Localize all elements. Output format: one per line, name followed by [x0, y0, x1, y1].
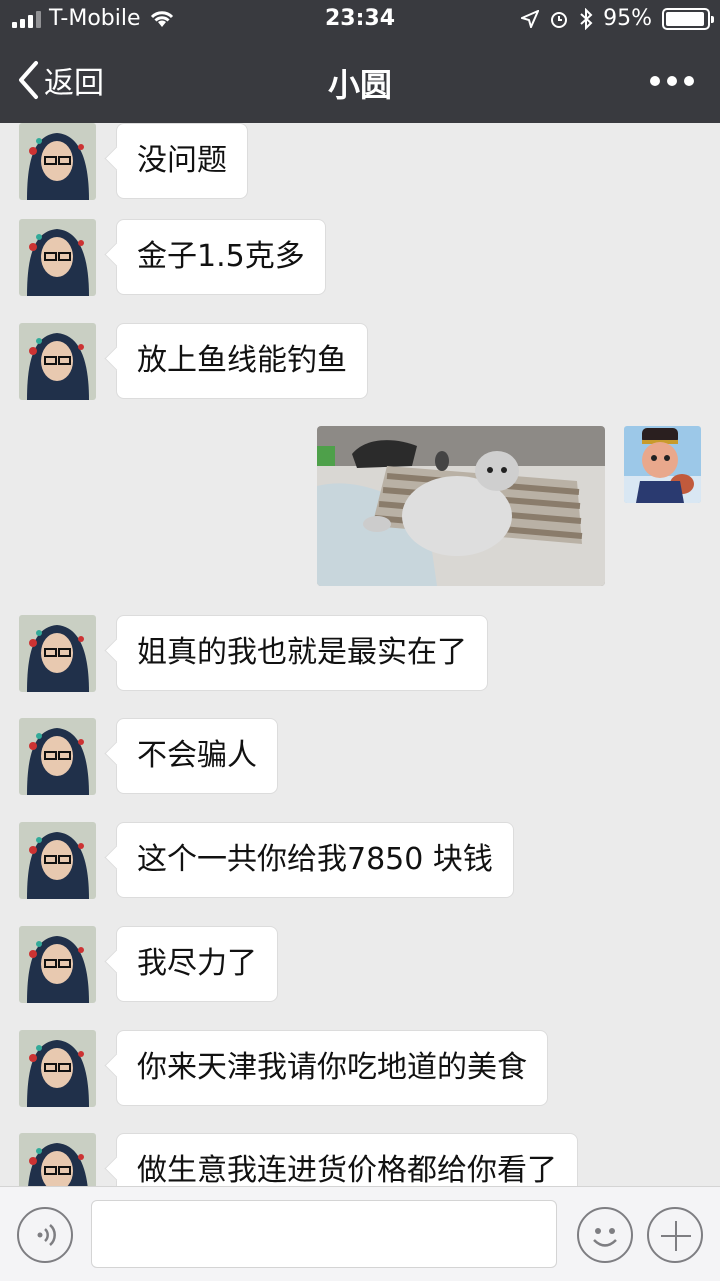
top-bar: T-Mobile 23:34 95% 返回 小圆: [0, 0, 720, 123]
emoji-icon[interactable]: [577, 1207, 633, 1263]
message-bubble[interactable]: 不会骗人: [116, 718, 278, 794]
contact-avatar[interactable]: [19, 1133, 96, 1186]
contact-avatar[interactable]: [19, 1030, 96, 1107]
more-options-icon[interactable]: [650, 76, 694, 86]
message-bubble[interactable]: 我尽力了: [116, 926, 278, 1002]
contact-avatar[interactable]: [19, 323, 96, 400]
location-icon: [521, 9, 540, 28]
bluetooth-icon: [580, 7, 593, 30]
chat-area[interactable]: 没问题 金子1.5克多 放上鱼线能钓鱼 姐真的我也就是最实在了 不会骗人 这个一…: [0, 123, 720, 1186]
contact-avatar[interactable]: [19, 123, 96, 200]
message-bubble[interactable]: 你来天津我请你吃地道的美食: [116, 1030, 548, 1106]
message-bubble[interactable]: 这个一共你给我7850 块钱: [116, 822, 514, 898]
battery-percent: 95%: [603, 6, 652, 31]
contact-avatar[interactable]: [19, 219, 96, 296]
chat-title: 小圆: [327, 66, 392, 104]
plus-icon[interactable]: [647, 1207, 703, 1263]
nav-bar: 返回 小圆: [0, 40, 720, 123]
message-bubble[interactable]: 做生意我连进货价格都给你看了: [116, 1133, 578, 1186]
message-bubble[interactable]: 姐真的我也就是最实在了: [116, 615, 488, 691]
message-bubble[interactable]: 放上鱼线能钓鱼: [116, 323, 368, 399]
cat-photo[interactable]: [317, 426, 605, 586]
contact-avatar[interactable]: [19, 718, 96, 795]
battery-icon: [662, 7, 714, 30]
contact-avatar[interactable]: [19, 615, 96, 692]
message-input[interactable]: [91, 1200, 557, 1268]
alarm-icon: [551, 11, 568, 28]
message-bubble[interactable]: 金子1.5克多: [116, 219, 326, 295]
message-bubble[interactable]: 没问题: [116, 123, 248, 199]
input-bar: [0, 1186, 720, 1281]
contact-avatar[interactable]: [19, 926, 96, 1003]
my-avatar[interactable]: [624, 426, 701, 503]
status-bar: T-Mobile 23:34 95%: [0, 0, 720, 40]
contact-avatar[interactable]: [19, 822, 96, 899]
voice-icon[interactable]: [17, 1207, 73, 1263]
